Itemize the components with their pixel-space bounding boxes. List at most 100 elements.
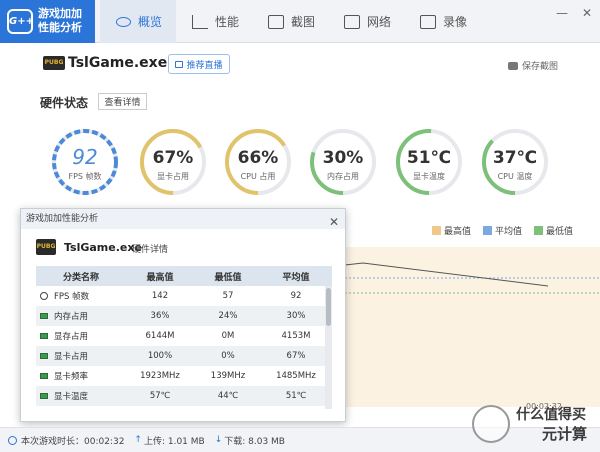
tab-network[interactable]: 网络 xyxy=(328,0,404,43)
tab-recording[interactable]: 录像 xyxy=(404,0,480,43)
gauge-gpu-usage: 67% 显卡占用 xyxy=(138,127,208,197)
watermark-line2: 元计算 xyxy=(542,425,588,443)
table-scrollbar[interactable] xyxy=(325,286,332,409)
row-avg: 1485MHz xyxy=(276,371,316,381)
game-duration: 本次游戏时长：00:02:32 xyxy=(21,436,125,447)
tab-recording-label: 录像 xyxy=(443,15,468,29)
minimize-button[interactable]: — xyxy=(556,6,568,20)
table-row: 内存占用 36% 24% 30% xyxy=(36,306,332,326)
tab-screenshot[interactable]: 截图 xyxy=(252,0,328,43)
row-name: 显存占用 xyxy=(54,332,89,342)
legend-max-swatch xyxy=(432,226,441,235)
tab-performance[interactable]: 性能 xyxy=(176,0,252,43)
legend-max-label: 最高值 xyxy=(444,227,472,237)
popup-title: 游戏加加性能分析 xyxy=(26,214,99,224)
hardware-detail-popup: 游戏加加性能分析 ✕ PUBG TslGame.exe 硬件详情 分类名称 最高… xyxy=(20,208,346,422)
legend-min-swatch xyxy=(534,226,544,235)
chart-legend: 最高值 平均值 最低值 xyxy=(432,224,573,237)
save-screenshot-button[interactable]: 保存截图 xyxy=(507,59,558,72)
watermark-line1: 什么值得买 xyxy=(516,407,586,423)
row-max: 57℃ xyxy=(149,391,171,401)
row-category: 内存占用 xyxy=(36,310,126,322)
row-name: 内存占用 xyxy=(54,312,89,322)
row-category: 显存占用 xyxy=(36,330,126,342)
tab-overview[interactable]: 概览 xyxy=(100,0,176,43)
image-icon xyxy=(268,14,284,29)
row-min: 44℃ xyxy=(217,391,239,401)
legend-avg-label: 平均值 xyxy=(495,227,523,237)
watermark-text: 什么值得买 元计算 xyxy=(516,406,587,444)
row-avg: 67% xyxy=(286,351,306,361)
gauge-value: 37℃ xyxy=(492,148,538,168)
header-avg: 平均值 xyxy=(282,272,310,283)
legend-avg-swatch xyxy=(483,226,493,235)
save-screenshot-label: 保存截图 xyxy=(521,62,558,72)
chip-icon xyxy=(40,393,48,399)
video-icon xyxy=(420,14,436,29)
row-min: 0M xyxy=(221,331,235,341)
watermark: 什么值得买 元计算 xyxy=(470,403,600,451)
table-body: FPS 帧数 142 57 92 内存占用 36% 24% 30% 显存占用 6144M 0M 415… xyxy=(36,286,332,406)
table-row: 显卡温度 57℃ 44℃ 51℃ xyxy=(36,386,332,406)
gauge-cpu-temp: 37℃ CPU 温度 xyxy=(480,127,550,197)
gauge-icon xyxy=(40,292,48,300)
upload-icon: ↑ xyxy=(134,435,142,445)
stream-icon xyxy=(175,60,184,68)
chip-icon xyxy=(40,373,48,379)
row-max: 1923MHz xyxy=(140,371,180,381)
recommend-stream-button[interactable]: 推荐直播 xyxy=(168,54,230,74)
watermark-logo xyxy=(472,405,510,443)
popup-subtitle: 硬件详情 xyxy=(132,245,169,255)
tab-network-label: 网络 xyxy=(367,15,392,29)
row-min: 57 xyxy=(222,291,234,301)
row-min: 139MHz xyxy=(210,371,246,381)
bar-chart-icon xyxy=(192,14,208,29)
row-name: FPS 帧数 xyxy=(54,292,90,302)
clock-icon xyxy=(8,435,17,445)
camera-icon xyxy=(507,61,518,70)
gauge-gpu-temp: 51℃ 显卡温度 xyxy=(394,127,464,197)
row-category: 显卡温度 xyxy=(36,390,126,402)
tab-overview-label: 概览 xyxy=(138,15,163,29)
gauge-fps: 92 FPS 帧数 xyxy=(50,127,120,197)
popup-close-button[interactable]: ✕ xyxy=(329,212,339,232)
chart-background xyxy=(345,247,600,407)
top-nav-bar: G++ 游戏加加 性能分析 概览 性能 截图 网络 录像 — ✕ xyxy=(0,0,600,43)
hardware-status-title: 硬件状态 xyxy=(40,96,89,110)
pulse-icon xyxy=(344,14,360,29)
view-details-button[interactable]: 查看详情 xyxy=(98,93,147,110)
logo-mark: G++ xyxy=(7,9,34,34)
legend-min-label: 最低值 xyxy=(546,227,574,237)
gauge-label: 显卡温度 xyxy=(413,172,445,181)
row-avg: 51℃ xyxy=(285,391,307,401)
row-avg: 92 xyxy=(290,291,302,301)
recommend-stream-label: 推荐直播 xyxy=(186,60,223,71)
gauge-label: 内存占用 xyxy=(327,172,359,181)
row-max: 36% xyxy=(150,311,170,321)
performance-chart xyxy=(344,217,600,417)
app-window: G++ 游戏加加 性能分析 概览 性能 截图 网络 录像 — ✕ PUBG Ts… xyxy=(0,0,600,452)
table-row: 显存占用 6144M 0M 4153M xyxy=(36,326,332,346)
popup-game-icon: PUBG xyxy=(36,239,56,255)
legend-avg: 平均值 xyxy=(483,224,522,237)
gauge-label: CPU 占用 xyxy=(240,172,276,181)
close-button[interactable]: ✕ xyxy=(582,6,592,20)
gauge-value: 30% xyxy=(322,148,364,168)
legend-min: 最低值 xyxy=(534,224,573,237)
row-category: FPS 帧数 xyxy=(36,290,126,302)
gauge-label: FPS 帧数 xyxy=(68,172,102,181)
header-category: 分类名称 xyxy=(62,272,99,283)
gauge-value: 66% xyxy=(237,148,279,168)
row-category: 显卡频率 xyxy=(36,370,126,382)
download-amount: 下载: 8.03 MB xyxy=(224,436,285,447)
chip-icon xyxy=(40,353,48,359)
row-max: 6144M xyxy=(145,331,175,341)
row-min: 24% xyxy=(218,311,238,321)
game-icon: PUBG xyxy=(43,56,65,70)
eye-icon xyxy=(116,16,131,27)
scrollbar-thumb[interactable] xyxy=(326,288,331,326)
row-name: 显卡占用 xyxy=(54,352,89,362)
gauge-value: 92 xyxy=(72,145,98,169)
legend-max: 最高值 xyxy=(432,224,471,237)
table-row: 显卡频率 1923MHz 139MHz 1485MHz xyxy=(36,366,332,386)
